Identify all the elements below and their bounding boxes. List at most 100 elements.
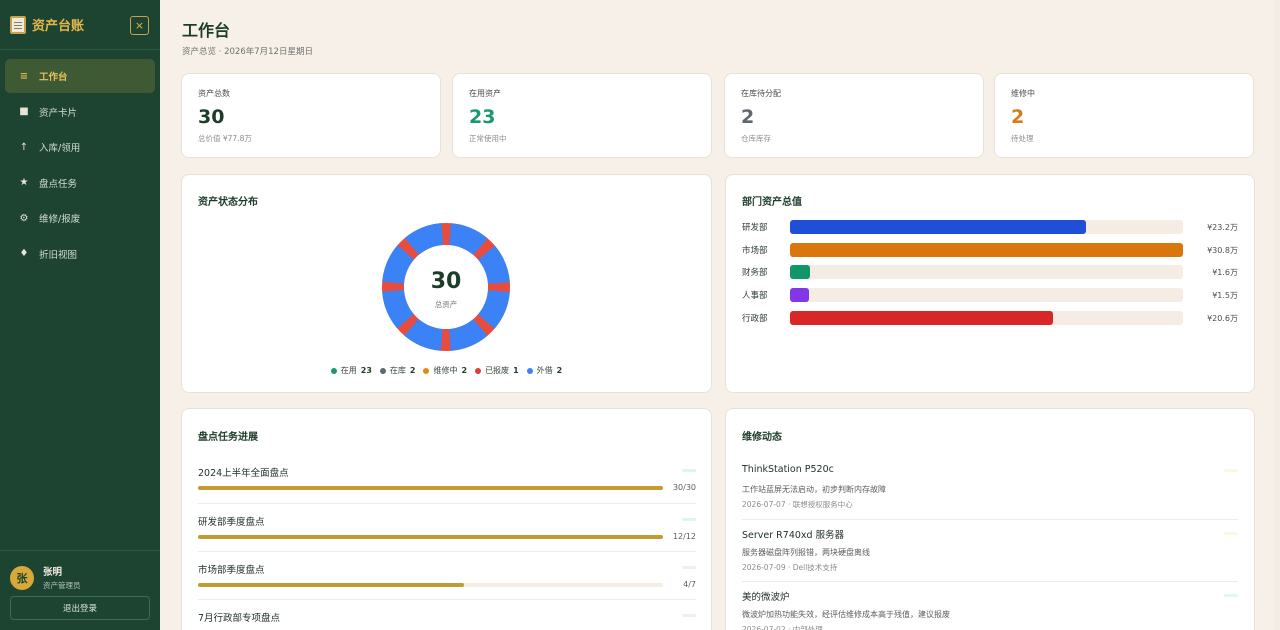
task-status-badge: [682, 566, 696, 569]
stat-card[interactable]: 在用资产 23 正常使用中: [452, 73, 712, 158]
task-name: 2024上半年全面盘点: [198, 468, 289, 479]
dept-name: 行政部: [742, 313, 768, 324]
task-progress-text: 4/7: [683, 580, 696, 589]
sidebar-close-button[interactable]: ×: [130, 16, 149, 35]
repair-item[interactable]: ThinkStation P520c 工作站蓝屏无法启动，初步判断内存故障 2026…: [742, 457, 1238, 519]
legend-dot-icon: [423, 367, 430, 374]
stat-card[interactable]: 资产总数 30 总价值 ¥77.8万: [181, 73, 441, 158]
repair-item[interactable]: 美的微波炉微波炉加热功能失效，经评估维修成本高于残值，建议报废 2026-07-0…: [742, 581, 1238, 630]
sidebar-nav: ≡ 工作台 ■ 资产卡片 ↑ 入库/领用 ★ 盘点任务 ⚙ 维修/报废 ♦ 折旧视图: [0, 59, 160, 271]
repair-meta: 2026-07-02 · 内部处理: [742, 625, 823, 630]
dept-row: 财务部 ¥1.6万: [742, 265, 1238, 280]
legend-count: 2: [409, 366, 416, 375]
dept-bar[interactable]: [790, 310, 1053, 325]
repair-description: 工作站蓝屏无法启动，初步判断内存故障: [742, 485, 886, 494]
task-progress-bar: [198, 583, 464, 587]
inventory-task-panel: 盘点任务进展 2024上半年全面盘点 30/30 研发部季度盘点 12/12 市场部季度…: [181, 408, 712, 630]
task-name: 市场部季度盘点: [198, 565, 265, 576]
legend-item[interactable]: 已报废 1: [475, 365, 519, 376]
close-icon: ×: [134, 19, 145, 32]
repair-meta: 2026-07-09 · Dell技术支持: [742, 563, 838, 572]
menu-icon: ≡: [19, 70, 29, 82]
legend-item[interactable]: 在库 2: [379, 365, 416, 376]
dept-bar[interactable]: [790, 288, 810, 303]
repair-title: Server R740xd 服务器: [742, 530, 845, 541]
sidebar-item-2[interactable]: ↑ 入库/领用: [5, 130, 155, 164]
star-icon: ★: [19, 177, 29, 188]
dept-bar[interactable]: [790, 220, 1087, 234]
sidebar-item-label: 折旧视图: [39, 249, 78, 261]
task-progress-track: [198, 535, 663, 539]
arrow-up-icon: ↑: [19, 141, 29, 153]
status-panel-title: 资产状态分布: [198, 197, 258, 208]
task-status-badge: [682, 469, 696, 472]
sidebar-item-3[interactable]: ★ 盘点任务: [5, 166, 155, 200]
legend-item[interactable]: 外借 2: [526, 365, 563, 376]
repair-description: 微波炉加热功能失效，经评估维修成本高于残值，建议报废: [742, 610, 950, 619]
task-panel-title: 盘点任务进展: [198, 432, 258, 443]
stat-note: 总价值 ¥77.8万: [198, 134, 252, 143]
dept-value: ¥20.6万: [1207, 313, 1238, 323]
dept-row: 研发部 ¥23.2万: [742, 220, 1238, 234]
stat-note: 待处理: [1011, 134, 1034, 143]
dept-bar[interactable]: [790, 265, 811, 280]
task-progress-text: 30/30: [672, 483, 696, 492]
status-distribution-panel: 资产状态分布 30 总资产 在用 23 在库 2 维修中 2 已报废 1 外借 2: [181, 174, 712, 393]
repair-panel-title: 维修动态: [742, 432, 782, 443]
task-row[interactable]: 研发部季度盘点 12/12: [198, 503, 696, 551]
sidebar-item-label: 维修/报废: [39, 214, 81, 225]
task-status-badge: [682, 614, 696, 617]
stat-label: 资产总数: [198, 89, 230, 98]
sidebar-item-4[interactable]: ⚙ 维修/报废: [5, 201, 155, 235]
user-info: 张 张明 资产管理员: [10, 564, 81, 591]
sidebar-item-1[interactable]: ■ 资产卡片: [5, 95, 155, 129]
card-icon: ■: [19, 106, 29, 117]
legend-dot-icon: [379, 367, 386, 374]
stat-label: 维修中: [1011, 89, 1035, 98]
repair-status-badge: [1224, 532, 1238, 535]
app-title: 资产台账: [32, 19, 85, 34]
dept-bar-track: [790, 220, 1183, 234]
legend-label: 已报废: [485, 366, 510, 375]
task-row[interactable]: 7月行政部专项盘点: [198, 599, 696, 630]
dept-row: 人事部 ¥1.5万: [742, 288, 1238, 303]
diamond-icon: ♦: [19, 248, 29, 259]
dept-bar[interactable]: [790, 242, 1183, 257]
legend-count: 2: [556, 366, 563, 375]
task-progress-bar: [198, 535, 663, 539]
task-progress-text: 12/12: [672, 532, 696, 541]
task-progress-track: [198, 583, 663, 587]
dept-value: ¥1.6万: [1212, 268, 1238, 278]
stat-card[interactable]: 维修中 2 待处理: [994, 73, 1254, 158]
repair-title: ThinkStation P520c: [742, 464, 834, 475]
dept-row: 市场部 ¥30.8万: [742, 242, 1238, 257]
repair-item[interactable]: Server R740xd 服务器 服务器磁盘阵列报错，两块硬盘离线 2026-07…: [742, 519, 1238, 581]
sidebar-item-5[interactable]: ♦ 折旧视图: [5, 237, 155, 271]
page-subtitle: 资产总览 · 2026年7月12日星期日: [182, 47, 313, 57]
sidebar: 资产台账 × ≡ 工作台 ■ 资产卡片 ↑ 入库/领用 ★ 盘点任务 ⚙ 维修/报废 ♦ 折旧视图 张…: [0, 0, 160, 630]
dept-panel-title: 部门资产总值: [742, 197, 802, 208]
stat-label: 在库待分配: [741, 89, 781, 98]
task-row[interactable]: 市场部季度盘点 4/7: [198, 551, 696, 599]
logout-button[interactable]: 退出登录: [10, 596, 150, 620]
dept-name: 研发部: [742, 223, 768, 233]
stat-value: 23: [469, 106, 496, 128]
sidebar-item-label: 工作台: [39, 72, 68, 83]
legend-item[interactable]: 维修中 2: [423, 365, 467, 376]
gear-icon: ⚙: [19, 212, 29, 224]
stat-label: 在用资产: [469, 89, 501, 98]
stat-value: 30: [198, 106, 225, 128]
repair-title: 美的微波炉: [742, 592, 790, 603]
stat-card[interactable]: 在库待分配 2 仓库库存: [724, 73, 984, 158]
dept-value: ¥30.8万: [1207, 245, 1238, 255]
dept-name: 人事部: [742, 291, 768, 302]
scrollbar[interactable]: [1274, 0, 1280, 630]
legend-item[interactable]: 在用 23: [330, 365, 372, 376]
task-row[interactable]: 2024上半年全面盘点 30/30: [198, 455, 696, 503]
sidebar-item-0[interactable]: ≡ 工作台: [5, 59, 155, 93]
avatar[interactable]: 张: [10, 565, 34, 590]
stat-note: 正常使用中: [469, 134, 507, 143]
stat-note: 仓库库存: [741, 134, 771, 143]
repair-status-badge: [1224, 469, 1238, 472]
task-name: 研发部季度盘点: [198, 517, 265, 528]
